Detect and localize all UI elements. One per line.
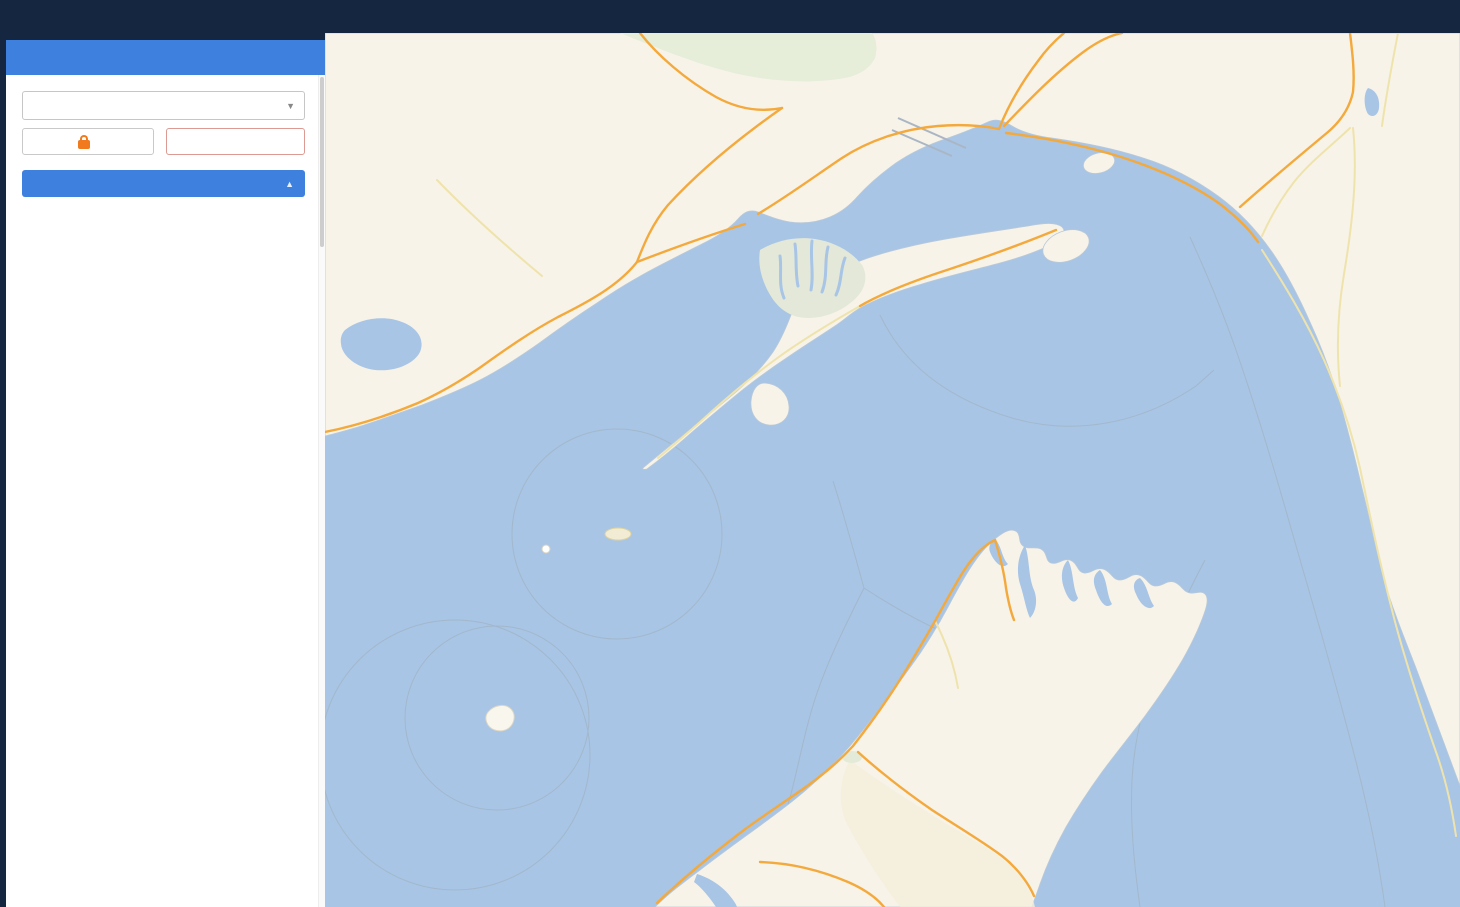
- top-navbar: [0, 0, 1460, 33]
- create-filter-button[interactable]: [22, 128, 154, 155]
- select-links: [22, 197, 305, 218]
- saved-filter-select[interactable]: ▼: [22, 91, 305, 120]
- filters-panel-body: ▼ ▲: [6, 75, 319, 907]
- filter-actions: [22, 128, 305, 155]
- lesser-tunb-island: [542, 545, 550, 553]
- vesselfinder-app: ▼ ▲: [0, 0, 1460, 907]
- map-canvas[interactable]: [325, 33, 1460, 907]
- lock-icon: [78, 140, 90, 149]
- chevron-up-icon: ▲: [285, 179, 294, 189]
- reset-button[interactable]: [166, 128, 305, 155]
- chevron-down-icon: ▼: [286, 101, 295, 111]
- vessel-type-section-header[interactable]: ▲: [22, 170, 305, 197]
- vessel-filters-sidebar: ▼ ▲: [0, 33, 325, 907]
- map-svg: [325, 33, 1460, 907]
- greater-tunb-island: [605, 528, 631, 540]
- filters-panel-header: [6, 40, 325, 75]
- panel-scrollbar[interactable]: [318, 75, 325, 907]
- scrollbar-thumb[interactable]: [320, 77, 324, 247]
